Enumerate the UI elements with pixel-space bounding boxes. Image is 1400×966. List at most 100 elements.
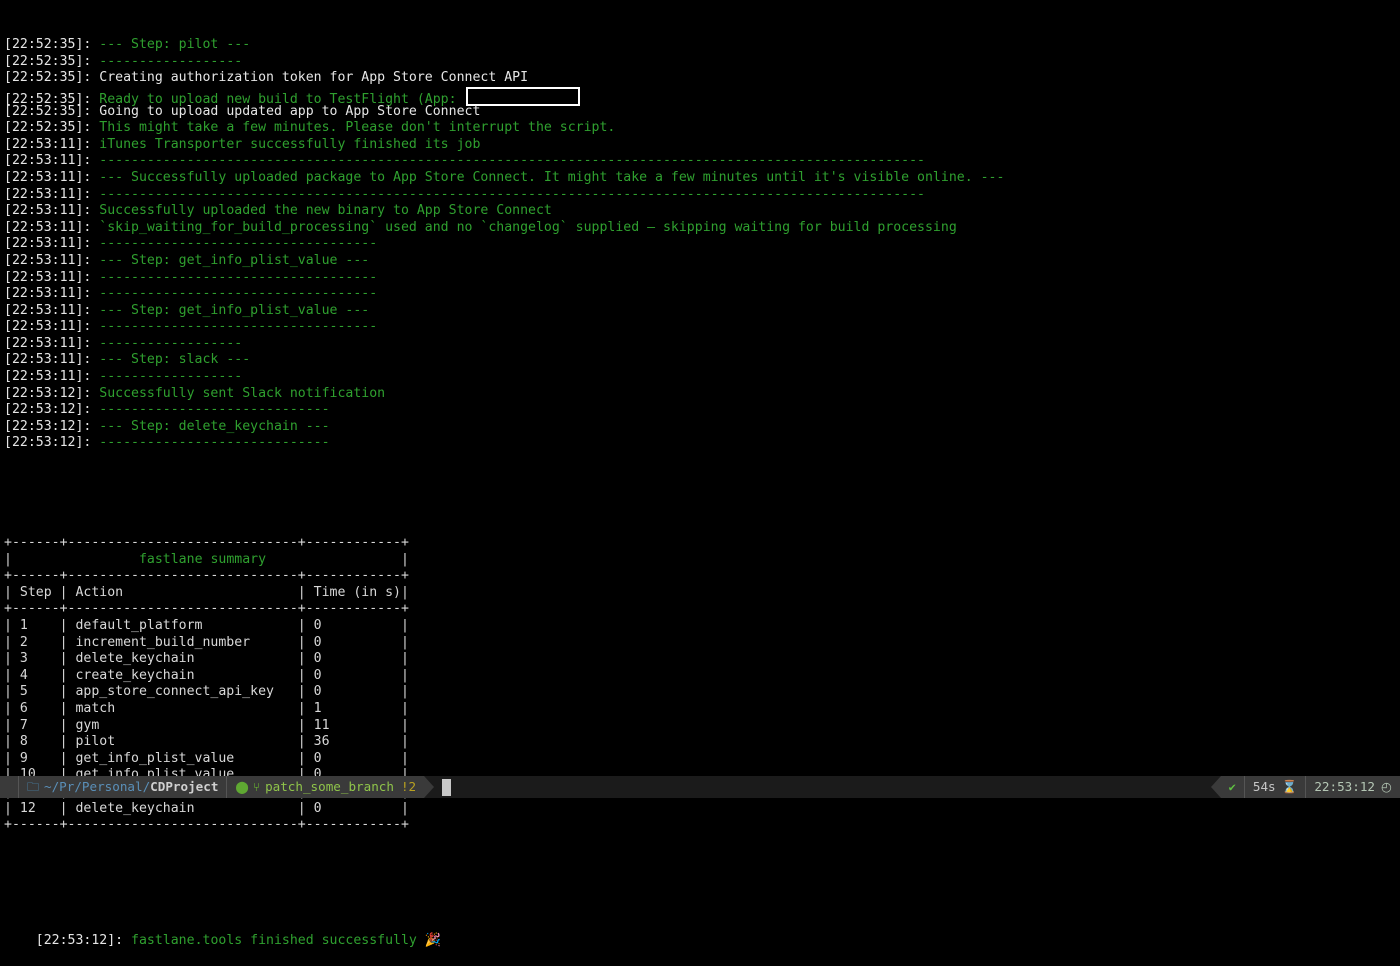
log-line: [22:53:11]: --- Step: get_info_plist_val… [4,253,1400,270]
log-message: Successfully uploaded the new binary to … [91,203,552,218]
log-timestamp: [22:52:35]: [4,54,91,69]
path-current-dir: CDProject [150,776,218,798]
log-line: [22:52:35]: Creating authorization token… [4,70,1400,87]
log-line: [22:53:11]: `skip_waiting_for_build_proc… [4,220,1400,237]
log-message: --- Step: get_info_plist_value --- [91,303,369,318]
statusbar-git-segment[interactable]: ⬤ ⑂ patch_some_branch !2 [227,776,424,798]
powerline-arrow-left-icon [1211,776,1221,798]
blank-line [4,485,1400,502]
log-line-list: [22:52:35]: --- Step: pilot ---[22:52:35… [4,37,1400,452]
table-row: | 9 | get_info_plist_value | 0 | [4,751,1400,768]
log-message: ----------------------------------- [91,286,377,301]
log-line: [22:52:35]: Going to upload updated app … [4,104,1400,121]
git-branch-icon: ⑂ [253,776,260,798]
table-border-under-title: +------+-----------------------------+--… [4,568,1400,585]
log-timestamp: [22:53:11]: [4,220,91,235]
log-message: `skip_waiting_for_build_processing` used… [91,220,956,235]
log-timestamp: [22:53:11]: [4,286,91,301]
log-message: Successfully sent Slack notification [91,386,385,401]
final-timestamp: [22:53:12]: [36,933,123,948]
log-line: [22:53:11]: ----------------------------… [4,153,1400,170]
table-row: | 8 | pilot | 36 | [4,734,1400,751]
table-title: fastlane summary [12,552,401,567]
log-line: [22:52:35]: This might take a few minute… [4,120,1400,137]
final-success-line: [22:53:12]: fastlane.tools finished succ… [4,917,1400,934]
log-timestamp: [22:52:35]: [4,104,91,119]
log-message: ----------------------------------- [91,319,377,334]
log-timestamp: [22:53:11]: [4,270,91,285]
statusbar-duration-segment[interactable]: 54s ⌛ [1245,776,1305,798]
log-message: ----------------------------- [91,435,329,450]
log-message: ----------------------------------------… [91,153,925,168]
log-line: [22:52:35]: --- Step: pilot --- [4,37,1400,54]
log-line: [22:53:11]: ----------------------------… [4,270,1400,287]
log-line: [22:53:11]: --- Step: slack --- [4,352,1400,369]
final-message: fastlane.tools finished successfully [123,933,425,948]
table-row: | 1 | default_platform | 0 | [4,618,1400,635]
log-timestamp: [22:53:11]: [4,137,91,152]
table-row: | 2 | increment_build_number | 0 | [4,635,1400,652]
path-prefix: ~/Pr/Personal/ [44,776,150,798]
log-message: --- Step: delete_keychain --- [91,419,329,434]
table-header-row: | Step | Action | Time (in s)| [4,585,1400,602]
table-pipe: | [4,552,12,567]
log-timestamp: [22:53:11]: [4,170,91,185]
log-message: ----------------------------------------… [91,187,925,202]
log-timestamp: [22:53:12]: [4,402,91,417]
log-timestamp: [22:53:11]: [4,336,91,351]
statusbar-exit-status-segment[interactable]: ✔ [1221,776,1244,798]
table-row: | 5 | app_store_connect_api_key | 0 | [4,684,1400,701]
log-timestamp: [22:53:11]: [4,236,91,251]
terminal-cursor [442,779,451,796]
log-line: [22:53:12]: --- Step: delete_keychain --… [4,419,1400,436]
statusbar-filler [451,776,1211,798]
log-timestamp: [22:53:12]: [4,419,91,434]
powerline-arrow-right-icon [424,776,434,798]
log-line: [22:53:11]: ----------------------------… [4,286,1400,303]
log-message: --- Successfully uploaded package to App… [91,170,1004,185]
log-line: [22:52:35]: Ready to upload new build to… [4,87,1400,104]
command-duration: 54s [1253,776,1276,798]
log-message: ----------------------------------- [91,236,377,251]
log-message: ------------------ [91,54,242,69]
table-border-top: +------+-----------------------------+--… [4,535,1400,552]
log-message: ----------------------------- [91,402,329,417]
log-message: Creating authorization token for App Sto… [91,70,528,85]
log-line: [22:53:11]: --- Successfully uploaded pa… [4,170,1400,187]
party-popper-icon: 🎉 [425,933,441,948]
log-timestamp: [22:53:11]: [4,303,91,318]
log-timestamp: [22:53:11]: [4,253,91,268]
statusbar-clock-segment[interactable]: 22:53:12 ◴ [1306,776,1400,798]
git-dirty-count: !2 [401,776,416,798]
redaction-box [466,87,580,106]
table-row: | 4 | create_keychain | 0 | [4,668,1400,685]
log-message: ----------------------------------- [91,270,377,285]
clock-icon: ◴ [1381,776,1392,798]
hourglass-icon: ⌛ [1282,776,1298,798]
log-message: Going to upload updated app to App Store… [91,104,480,119]
log-message: --- Step: get_info_plist_value --- [91,253,369,268]
table-pipe: | [401,552,409,567]
log-line: [22:53:11]: --- Step: get_info_plist_val… [4,303,1400,320]
table-border-bottom: +------+-----------------------------+--… [4,817,1400,834]
log-line: [22:53:11]: Successfully uploaded the ne… [4,203,1400,220]
git-branch-name: patch_some_branch [265,776,394,798]
statusbar-apple-segment[interactable] [0,776,18,798]
table-row: | 6 | match | 1 | [4,701,1400,718]
table-row: | 12 | delete_keychain | 0 | [4,801,1400,818]
log-timestamp: [22:53:11]: [4,203,91,218]
log-line: [22:52:35]: ------------------ [4,54,1400,71]
log-line: [22:53:12]: ----------------------------… [4,435,1400,452]
log-message: This might take a few minutes. Please do… [91,120,615,135]
log-timestamp: [22:53:12]: [4,435,91,450]
log-message: ------------------ [91,336,242,351]
log-line: [22:53:11]: ------------------ [4,336,1400,353]
blank-line [4,867,1400,884]
success-check-icon: ✔ [1229,776,1236,798]
log-timestamp: [22:52:35]: [4,120,91,135]
log-message: iTunes Transporter successfully finished… [91,137,480,152]
log-message: ------------------ [91,369,242,384]
log-line: [22:53:11]: iTunes Transporter successfu… [4,137,1400,154]
statusbar-path-segment[interactable]: 🗀 ~/Pr/Personal/CDProject [19,776,226,798]
log-line: [22:53:11]: ----------------------------… [4,236,1400,253]
